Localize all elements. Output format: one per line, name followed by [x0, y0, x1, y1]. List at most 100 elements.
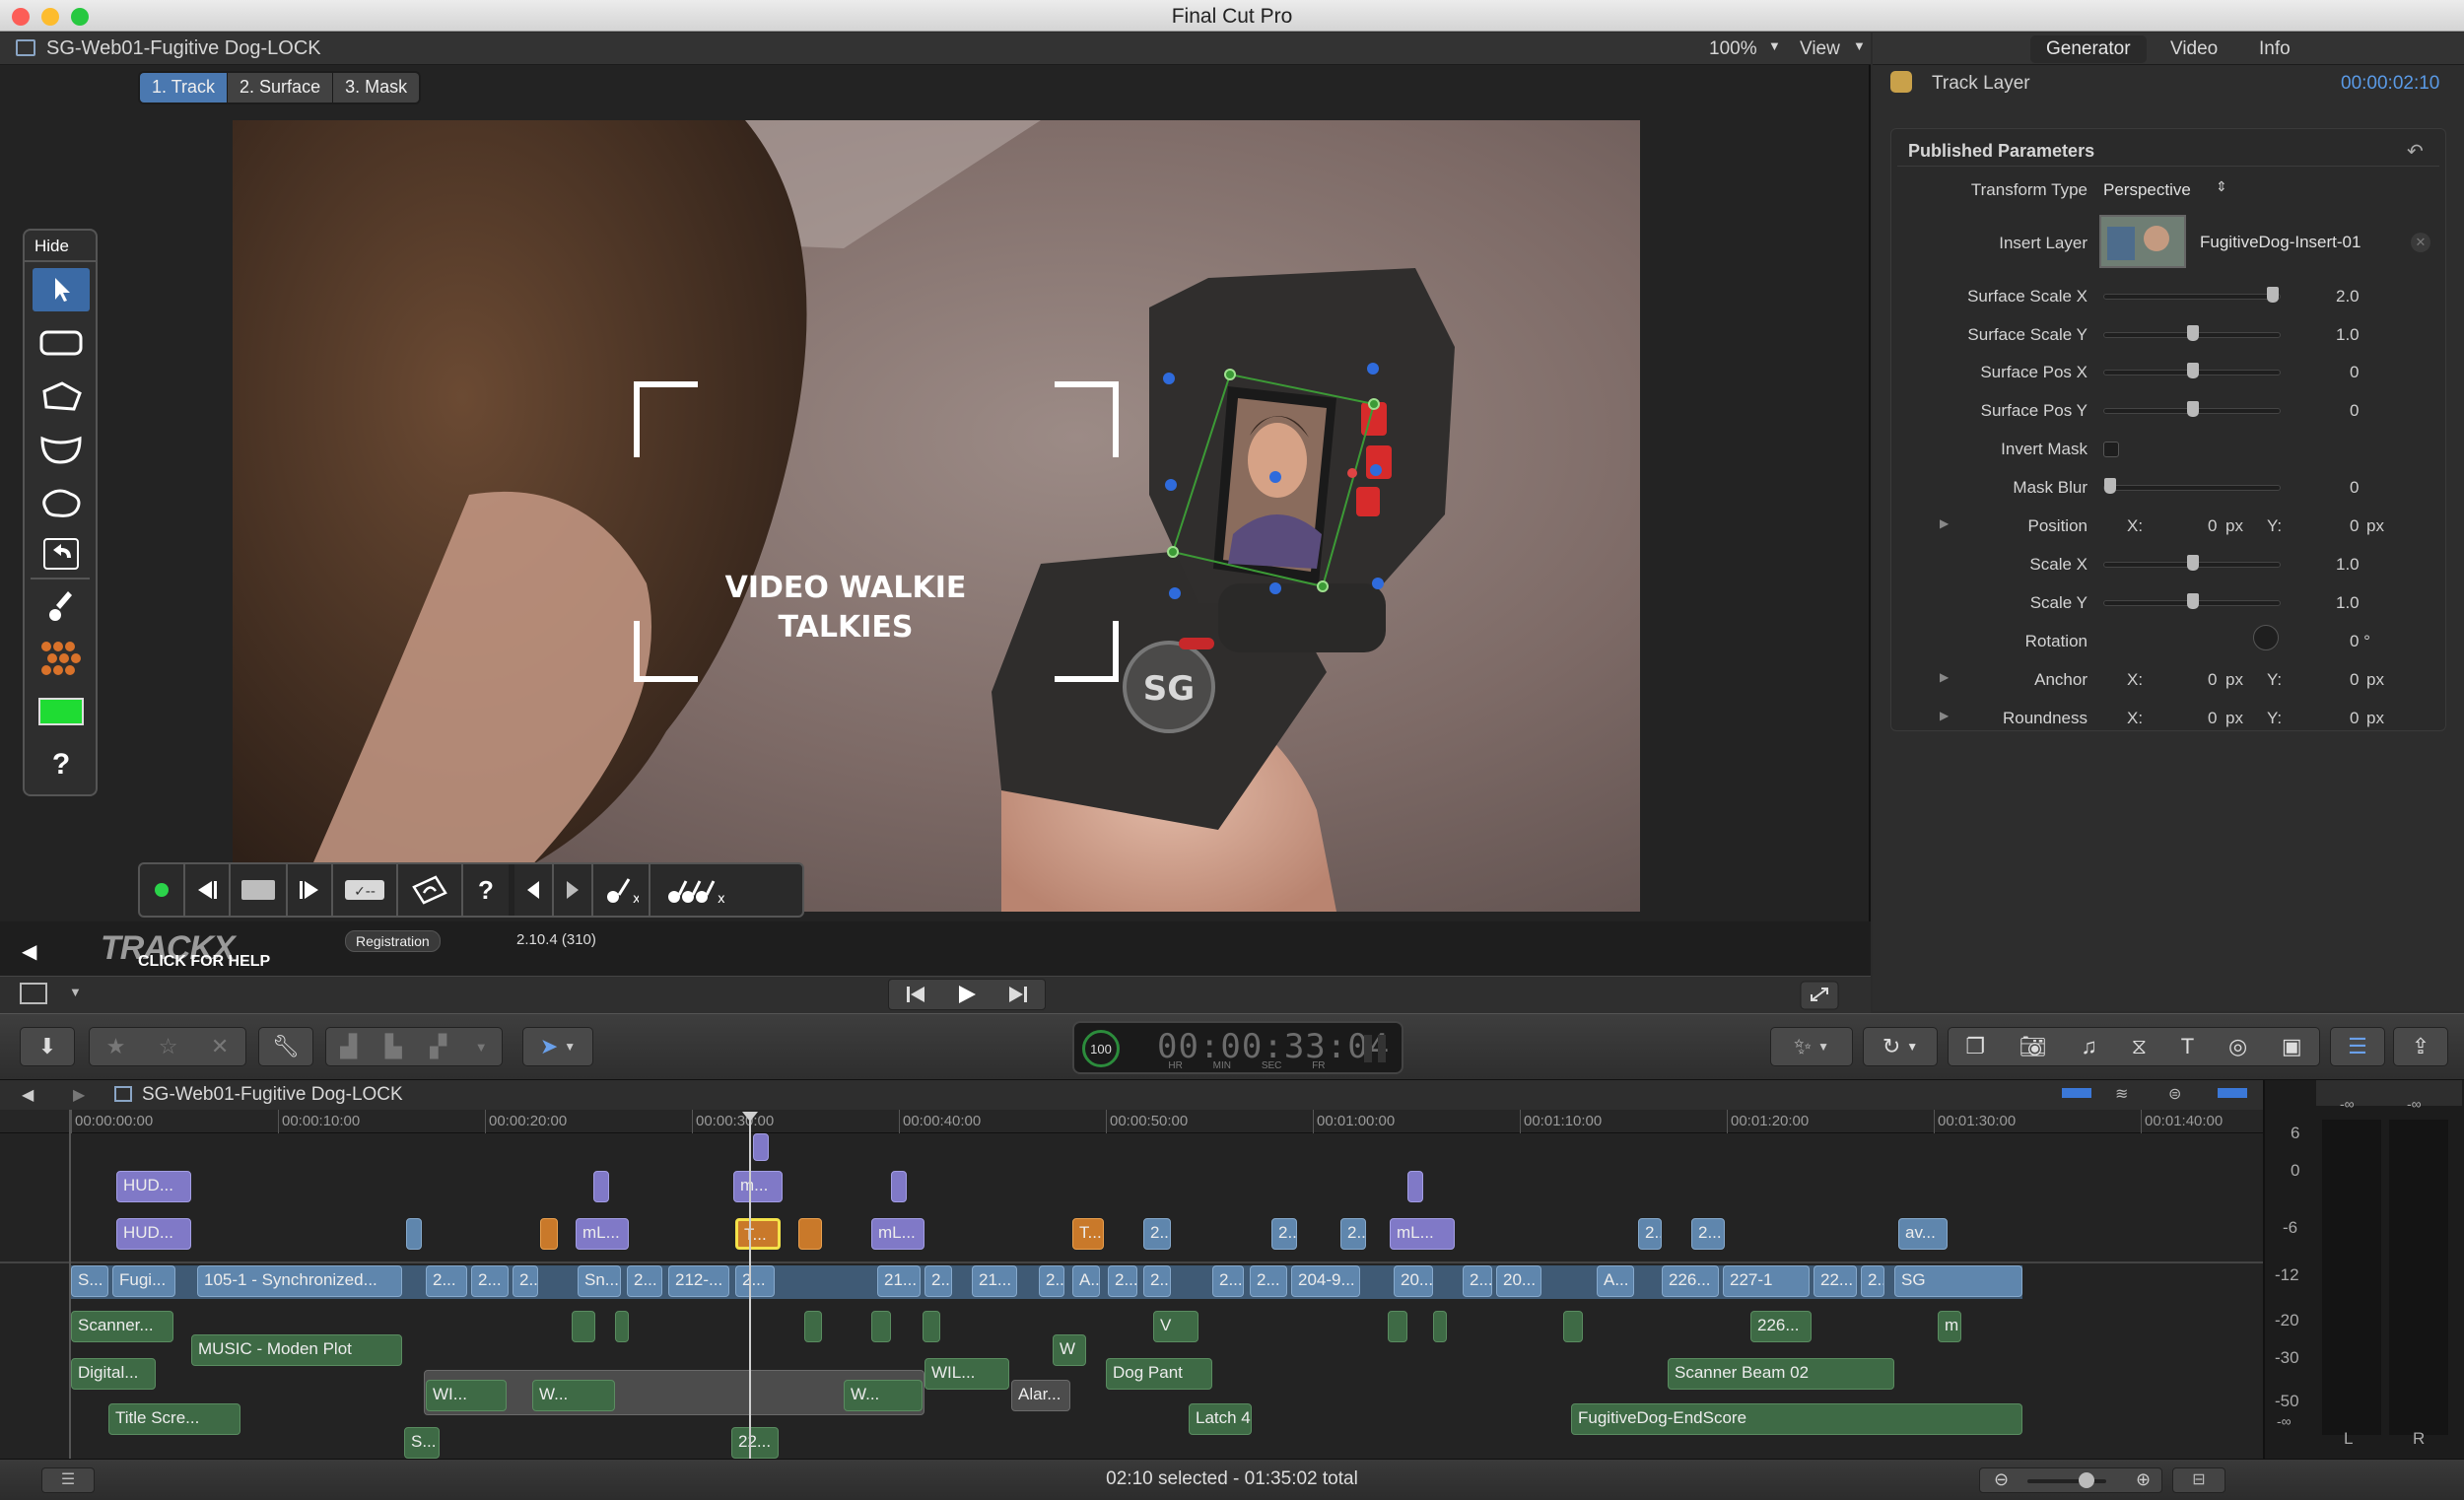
storyline-clip[interactable]: 20... — [1496, 1265, 1541, 1297]
surface-pos-y-value[interactable]: 0 — [2350, 401, 2359, 421]
zoom-out-icon[interactable]: ⊖ — [1994, 1469, 2009, 1490]
go-to-end-icon[interactable] — [1007, 985, 1029, 1004]
click-for-help-link[interactable]: CLICK FOR HELP — [138, 953, 270, 971]
generators-browser-icon[interactable]: ◎ — [2228, 1034, 2247, 1059]
select-arrow-tool-icon[interactable] — [33, 268, 90, 311]
scale-x-thumb[interactable] — [2187, 555, 2199, 571]
rectangle-tool-icon[interactable] — [33, 321, 90, 365]
anchor-x-value[interactable]: 0 — [2208, 670, 2217, 690]
timeline-clip[interactable] — [1407, 1171, 1423, 1202]
timeline-clip[interactable] — [798, 1218, 822, 1250]
storyline-clip[interactable]: 2... — [735, 1265, 775, 1297]
audio-clip[interactable]: Digital... — [71, 1358, 156, 1390]
surface-pos-x-value[interactable]: 0 — [2350, 363, 2359, 382]
storyline-clip[interactable]: 227-1 — [1723, 1265, 1810, 1297]
timeline-clip-selected[interactable]: T... — [735, 1218, 781, 1250]
audio-clip[interactable]: m — [1938, 1311, 1961, 1342]
mask-blur-slider[interactable] — [2103, 485, 2281, 491]
reject-icon[interactable]: ✕ — [211, 1034, 229, 1059]
timeline-forward-icon[interactable]: ▶ — [73, 1085, 85, 1105]
timeline-clip[interactable]: HUD... — [116, 1171, 191, 1202]
storyline-clip[interactable]: 2... — [1861, 1265, 1884, 1297]
timeline-clip[interactable] — [540, 1218, 558, 1250]
audio-clip[interactable]: Dog Pant — [1106, 1358, 1212, 1390]
edit-mode-chevron-icon[interactable]: ▼ — [475, 1040, 488, 1055]
tab-surface[interactable]: 2. Surface — [228, 73, 334, 102]
invert-mask-checkbox[interactable] — [2103, 442, 2119, 457]
tracking-dots-tool-icon[interactable] — [33, 637, 90, 680]
scale-y-value[interactable]: 1.0 — [2336, 593, 2360, 613]
clip-appearance-icon[interactable] — [2062, 1088, 2091, 1098]
previous-keyframe-icon[interactable] — [514, 864, 554, 916]
storyline-clip[interactable]: 2... — [1463, 1265, 1492, 1297]
insert-clip-icon[interactable]: ▙ — [385, 1034, 402, 1059]
position-y-value[interactable]: 0 — [2350, 516, 2359, 536]
titles-browser-icon[interactable]: T — [2181, 1034, 2194, 1059]
freehand-tool-icon[interactable] — [33, 481, 90, 524]
media-browser-icon[interactable]: ❐ — [1965, 1034, 1985, 1059]
surface-scale-y-value[interactable]: 1.0 — [2336, 325, 2360, 345]
help-button[interactable]: ? — [33, 743, 90, 786]
roundness-x-value[interactable]: 0 — [2208, 709, 2217, 728]
snapping-icon[interactable]: ⊜ — [2168, 1084, 2181, 1104]
timeline-clip[interactable] — [891, 1171, 907, 1202]
storyline-clip[interactable]: 204-9... — [1291, 1265, 1360, 1297]
tab-generator[interactable]: Generator — [2030, 35, 2147, 63]
audio-clip[interactable]: W... — [844, 1380, 923, 1411]
storyline-clip[interactable]: 2... — [1039, 1265, 1064, 1297]
audio-clip[interactable]: 22... — [731, 1427, 779, 1459]
audio-clip[interactable]: Scanner... — [71, 1311, 173, 1342]
timeline-clip[interactable]: mL... — [871, 1218, 924, 1250]
timeline-clip[interactable]: 2... — [1271, 1218, 1297, 1250]
timeline-clip[interactable]: 2... — [1340, 1218, 1366, 1250]
audio-clip[interactable] — [804, 1311, 822, 1342]
roundness-y-value[interactable]: 0 — [2350, 709, 2359, 728]
storyline-clip[interactable]: 2... — [1250, 1265, 1287, 1297]
bezier-tool-icon[interactable] — [33, 428, 90, 471]
hide-button[interactable]: Hide — [25, 231, 96, 262]
audio-clip[interactable] — [1433, 1311, 1447, 1342]
import-media-icon[interactable]: ⬇ — [20, 1027, 75, 1066]
enhancements-menu[interactable]: ✨︎ ▼ — [1770, 1027, 1853, 1066]
tab-info[interactable]: Info — [2259, 38, 2291, 60]
audio-clip[interactable]: WIL... — [924, 1358, 1009, 1390]
timeline-ruler[interactable]: 00:00:00:00 00:00:10:00 00:00:20:00 00:00:3… — [0, 1110, 2263, 1133]
storyline-clip[interactable]: A... — [1597, 1265, 1634, 1297]
zoom-in-icon[interactable]: ⊕ — [2136, 1469, 2151, 1490]
insert-layer-thumbnail[interactable] — [2099, 215, 2186, 268]
track-backward-icon[interactable] — [185, 864, 231, 916]
timeline-clip[interactable]: 2... — [1638, 1218, 1662, 1250]
storyline-clip[interactable]: 2... — [426, 1265, 467, 1297]
transform-onscreen-icon[interactable] — [20, 983, 47, 1004]
zoom-slider[interactable] — [2027, 1479, 2106, 1483]
zoom-level[interactable]: 100% — [1709, 38, 1757, 60]
scale-y-thumb[interactable] — [2187, 593, 2199, 609]
select-stepper-icon[interactable]: ⇕ — [2216, 178, 2227, 195]
audio-clip[interactable]: Latch 4 — [1189, 1403, 1252, 1435]
select-tool-menu[interactable]: ➤ ▼ — [522, 1027, 593, 1066]
next-keyframe-icon[interactable] — [554, 864, 593, 916]
storyline-clip[interactable]: 212-... — [668, 1265, 729, 1297]
storyline-clip[interactable]: Fugi... — [112, 1265, 175, 1297]
storyline-clip[interactable]: S... — [71, 1265, 108, 1297]
surface-scale-y-thumb[interactable] — [2187, 325, 2199, 341]
delete-all-keyframes-icon[interactable]: x — [650, 864, 743, 916]
audio-clip[interactable] — [871, 1311, 891, 1342]
record-button[interactable] — [140, 864, 185, 916]
audio-clip[interactable]: WI... — [426, 1380, 507, 1411]
timeline-clip[interactable]: m... — [733, 1171, 783, 1202]
surface-pos-x-thumb[interactable] — [2187, 363, 2199, 378]
timeline-back-icon[interactable]: ◀ — [22, 1085, 34, 1105]
registration-button[interactable]: Registration — [345, 930, 441, 952]
storyline-clip[interactable]: Sn... — [578, 1265, 621, 1297]
audio-clip[interactable]: V — [1153, 1311, 1198, 1342]
append-clip-icon[interactable]: ▞ — [430, 1034, 446, 1059]
storyline-clip[interactable]: 22... — [1814, 1265, 1857, 1297]
brush-tool-icon[interactable] — [33, 585, 90, 629]
timeline-clip[interactable] — [406, 1218, 422, 1250]
timeline-clip[interactable]: mL... — [1390, 1218, 1455, 1250]
transitions-browser-icon[interactable]: ⧖ — [2132, 1034, 2147, 1059]
storyline-clip[interactable]: SG — [1894, 1265, 2022, 1297]
timeline-clip[interactable] — [593, 1171, 609, 1202]
tab-mask[interactable]: 3. Mask — [333, 73, 420, 102]
